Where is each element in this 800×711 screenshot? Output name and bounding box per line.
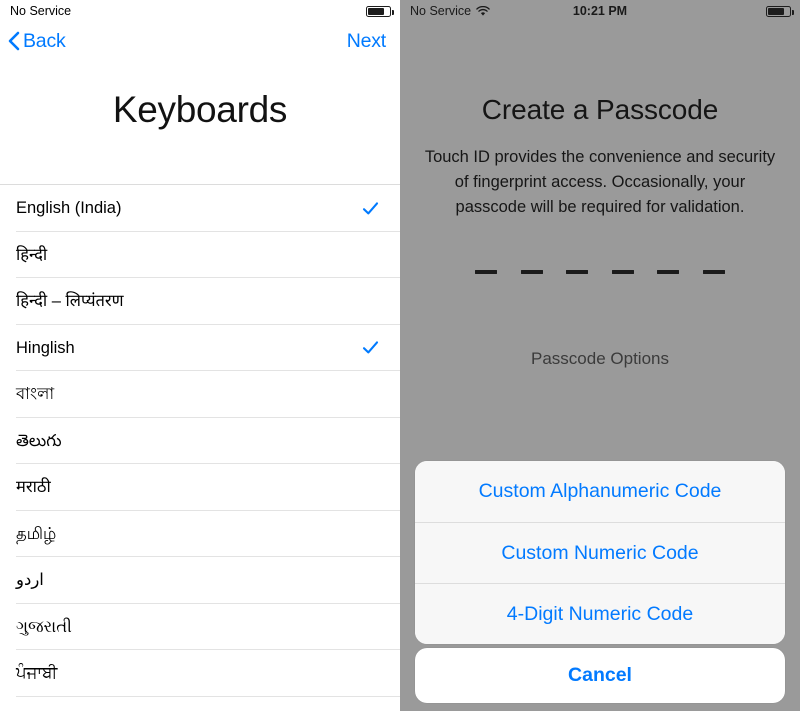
keyboard-list-item-label: मराठी [16, 478, 51, 496]
chevron-left-icon [8, 31, 20, 51]
wifi-icon [476, 5, 490, 16]
keyboard-list-item-label: Hinglish [16, 338, 75, 357]
keyboard-list-item-label: বাংলা [16, 385, 55, 403]
back-button-label: Back [23, 29, 66, 52]
check-icon [362, 202, 379, 215]
keyboard-list-item[interactable]: বাংলা [0, 371, 400, 418]
dual-screenshot: No Service Back Next Keyboards English (… [0, 0, 800, 711]
passcode-digit-placeholder [702, 270, 725, 274]
keyboard-list-item[interactable]: मराठी [0, 464, 400, 511]
action-sheet-option[interactable]: Custom Alphanumeric Code [415, 461, 785, 522]
keyboard-list-item[interactable]: اردو [0, 557, 400, 604]
keyboard-list-item[interactable]: हिन्दी [0, 231, 400, 278]
carrier-label: No Service [10, 4, 72, 18]
carrier-label: No Service [410, 4, 472, 18]
keyboards-settings-screen: No Service Back Next Keyboards English (… [0, 0, 400, 711]
status-bar-right: No Service 10:21 PM [400, 0, 800, 22]
check-icon [362, 341, 379, 354]
passcode-options-button[interactable]: Passcode Options [400, 349, 800, 369]
cancel-button-label: Cancel [568, 664, 632, 686]
keyboard-list-item-label: தமிழ் [16, 524, 57, 543]
battery-icon [766, 5, 794, 17]
passcode-title: Create a Passcode [481, 94, 719, 125]
page-title: Keyboards [112, 89, 288, 130]
back-button[interactable]: Back [8, 30, 66, 53]
keyboard-list-item[interactable]: Hinglish [0, 324, 400, 371]
passcode-digit-placeholder [657, 270, 680, 274]
keyboard-list-item[interactable]: हिन्दी – लिप्यंतरण [0, 278, 400, 325]
keyboard-list-item[interactable]: ਪੰਜਾਬੀ [0, 650, 400, 697]
keyboard-list-item[interactable]: English (India) [0, 185, 400, 232]
keyboard-list-item-label: తెలుగు [16, 431, 62, 450]
status-bar-right-group: No Service [410, 4, 490, 18]
passcode-digit-placeholder [520, 270, 543, 274]
keyboard-list-item-label: ਪੰਜਾਬੀ [16, 664, 58, 682]
action-sheet: Custom Alphanumeric Code Custom Numeric C… [415, 461, 785, 644]
keyboard-list-item-label: हिन्दी – लिप्यंतरण [16, 292, 124, 310]
keyboard-list-item-label: English (India) [16, 199, 122, 217]
keyboard-list-item[interactable]: தமிழ் [0, 510, 400, 557]
passcode-digit-placeholder [611, 270, 634, 274]
passcode-digit-placeholder [566, 270, 589, 274]
status-bar-left-group: No Service [10, 4, 71, 18]
next-button[interactable]: Next [347, 30, 386, 53]
battery-icon [366, 5, 394, 17]
keyboard-list: English (India) हिन्दी हिन्दी – लिप्यंतरण H… [0, 184, 400, 697]
action-sheet-option[interactable]: 4-Digit Numeric Code [415, 583, 785, 644]
cancel-button[interactable]: Cancel [415, 648, 785, 703]
keyboard-list-item-label: ગુજરાતી [16, 617, 72, 636]
keyboard-list-item-label: اردو [16, 571, 44, 589]
passcode-digit-placeholder [475, 270, 498, 274]
passcode-input[interactable] [400, 270, 800, 274]
keyboard-list-item-label: हिन्दी [16, 245, 48, 264]
create-passcode-screen: No Service 10:21 PM Create a Passcode To… [400, 0, 800, 711]
status-bar-left: No Service [0, 0, 400, 22]
keyboard-list-item[interactable]: తెలుగు [0, 417, 400, 464]
action-sheet-option[interactable]: Custom Numeric Code [415, 522, 785, 583]
passcode-description: Touch ID provides the convenience and se… [424, 148, 776, 216]
navigation-bar: Back Next [0, 22, 400, 60]
keyboard-list-item[interactable]: ગુજરાતી [0, 603, 400, 650]
